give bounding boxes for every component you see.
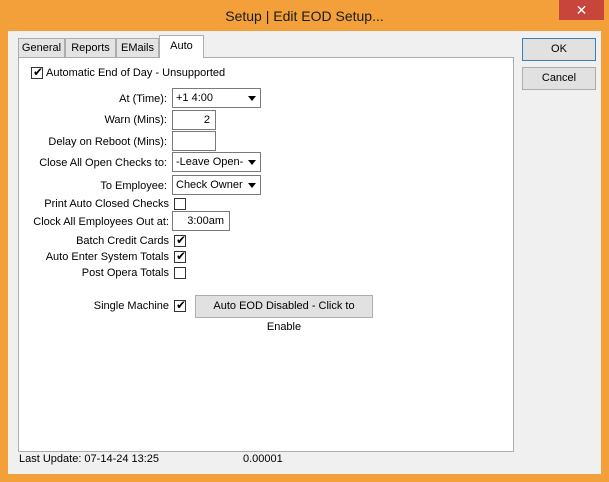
tab-general[interactable]: General [18,38,65,57]
delay-label: Delay on Reboot (Mins): [48,136,167,148]
auto-enter-checkbox[interactable]: ✔ [174,249,187,263]
batch-credit-checkbox[interactable]: ✔ [174,233,187,247]
tab-emails[interactable]: EMails [116,38,159,57]
close-checks-select[interactable]: -Leave Open- [172,152,261,172]
close-icon: ✕ [575,2,588,18]
checkmark-icon: ✔ [176,249,187,263]
dialog-body: General Reports EMails Auto ✔ Automatic … [8,31,601,474]
chevron-down-icon [248,183,256,188]
tab-auto[interactable]: Auto [159,35,204,58]
auto-enter-label: Auto Enter System Totals [45,251,169,263]
single-machine-checkbox[interactable]: ✔ [174,298,187,312]
clock-out-value: 3:00am [187,215,224,227]
warn-mins-input[interactable]: 2 [172,110,216,130]
cancel-button[interactable]: Cancel [522,67,596,90]
warn-label: Warn (Mins): [104,114,167,126]
close-checks-label: Close All Open Checks to: [39,157,167,169]
at-time-value: +1 4:00 [176,92,214,104]
auto-tab-panel: ✔ Automatic End of Day - Unsupported At … [18,57,514,452]
auto-eod-enable-button[interactable]: Auto EOD Disabled - Click to Enable [195,295,373,333]
post-opera-label: Post Opera Totals [81,267,169,279]
delay-reboot-input[interactable] [172,131,216,151]
checkmark-icon: ✔ [176,233,187,247]
title-bar[interactable]: Setup | Edit EOD Setup... ✕ [0,0,609,31]
checkmark-icon: ✔ [33,65,44,79]
close-button[interactable]: ✕ [559,0,604,20]
clock-out-label: Clock All Employees Out at: [33,216,169,228]
tab-reports[interactable]: Reports [65,38,116,57]
to-employee-select[interactable]: Check Owner [172,175,261,195]
to-employee-label: To Employee: [100,180,167,192]
ok-button[interactable]: OK [522,38,596,61]
automatic-eod-label: Automatic End of Day - Unsupported [46,67,226,79]
version-text: 0.00001 [243,453,283,465]
batch-credit-label: Batch Credit Cards [76,235,169,247]
last-update-text: Last Update: 07-14-24 13:25 [19,453,160,465]
window-title: Setup | Edit EOD Setup... [225,8,384,24]
clock-out-input[interactable]: 3:00am [172,211,230,231]
post-opera-checkbox[interactable] [174,267,186,279]
to-employee-value: Check Owner [176,179,243,191]
warn-mins-value: 2 [203,114,210,126]
automatic-eod-checkbox[interactable]: ✔ [31,65,44,79]
print-auto-closed-checkbox[interactable] [174,198,186,210]
setup-window: Setup | Edit EOD Setup... ✕ General Repo… [0,0,609,482]
chevron-down-icon [248,96,256,101]
checkmark-icon: ✔ [176,298,187,312]
single-machine-label: Single Machine [93,300,169,312]
chevron-down-icon [248,160,256,165]
at-time-select[interactable]: +1 4:00 [172,88,261,108]
print-auto-closed-label: Print Auto Closed Checks [44,198,169,210]
close-checks-value: -Leave Open- [176,156,244,168]
at-time-label: At (Time): [119,93,167,105]
